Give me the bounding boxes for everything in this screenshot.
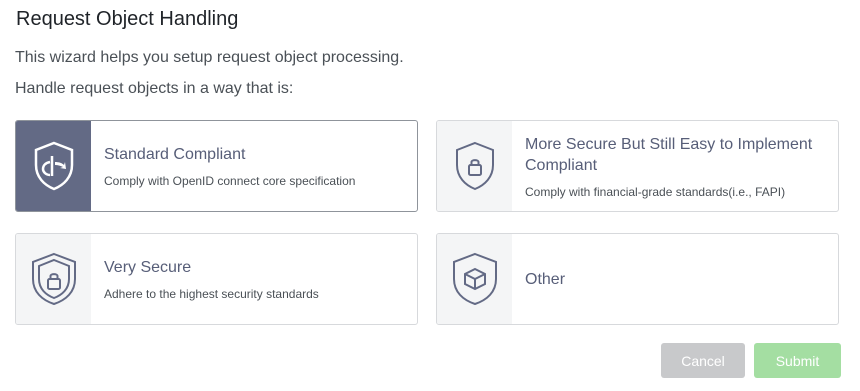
option-label: Standard Compliant: [104, 146, 246, 163]
option-description: Comply with OpenID connect core specific…: [104, 174, 356, 188]
option-description: Comply with financial-grade standards(i.…: [525, 184, 786, 199]
option-icon-panel: [16, 234, 91, 324]
option-standard-compliant[interactable]: Standard Compliant Comply with OpenID co…: [15, 120, 418, 212]
cancel-button[interactable]: Cancel: [661, 343, 745, 378]
intro-text: This wizard helps you setup request obje…: [15, 49, 404, 66]
prompt-text: Handle request objects in a way that is:: [15, 80, 294, 97]
option-description: Adhere to the highest security standards: [104, 287, 319, 301]
cube-shield-icon: [452, 252, 497, 306]
page-title: Request Object Handling: [16, 8, 239, 30]
option-icon-panel: [437, 234, 512, 324]
option-very-secure[interactable]: Very Secure Adhere to the highest securi…: [15, 233, 418, 325]
option-label: Other: [525, 270, 566, 288]
lock-shield-icon: [455, 141, 494, 191]
option-label: More Secure But Still Easy to Implement …: [525, 135, 813, 174]
option-label: Very Secure: [104, 259, 192, 276]
double-lock-shield-icon: [31, 252, 76, 306]
submit-button[interactable]: Submit: [754, 343, 841, 378]
openid-shield-icon: [34, 141, 73, 191]
option-other[interactable]: Other: [436, 233, 839, 325]
option-more-secure[interactable]: More Secure But Still Easy to Implement …: [436, 120, 839, 212]
option-icon-panel: [437, 121, 512, 211]
option-icon-panel: [16, 121, 91, 211]
